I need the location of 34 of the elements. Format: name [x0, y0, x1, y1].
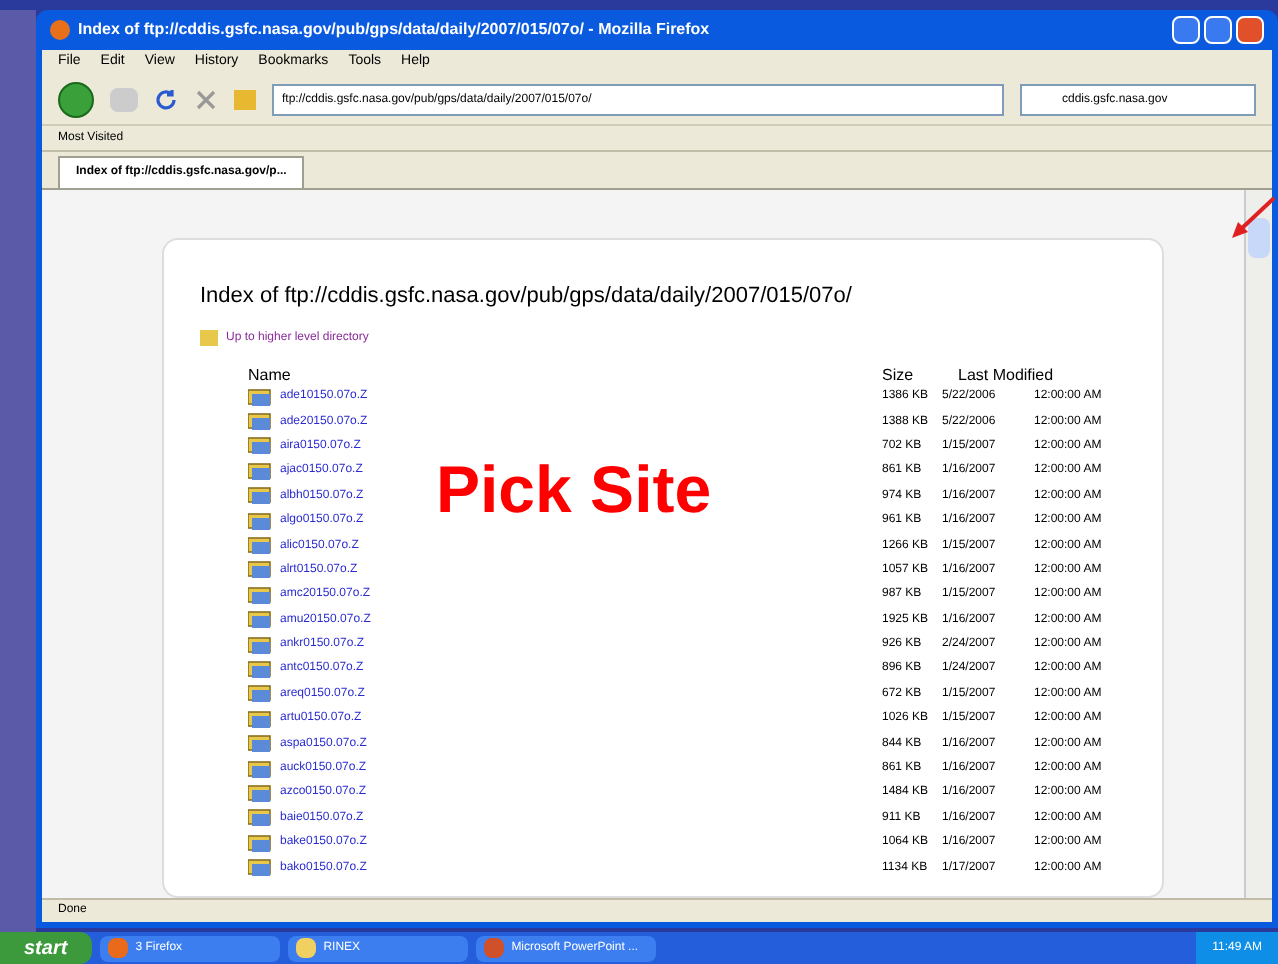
- file-icon: [248, 436, 272, 457]
- file-icon: [248, 759, 272, 780]
- column-header: Name: [248, 363, 293, 387]
- file-icon: [248, 511, 272, 532]
- file-icon: [248, 412, 272, 433]
- maximize-button[interactable]: [1204, 16, 1232, 44]
- back-button[interactable]: [58, 82, 94, 118]
- file-icon: [248, 560, 272, 581]
- file-icon: [248, 709, 272, 730]
- file-icon: [248, 858, 272, 879]
- close-button[interactable]: [1236, 16, 1264, 44]
- file-icon: [248, 610, 272, 631]
- window-title: Index of ftp://cddis.gsfc.nasa.gov/pub/gps/data/daily/2007/015/07o/ - Mozilla Firefox: [78, 18, 710, 42]
- file-icon: [248, 659, 272, 680]
- minimize-button[interactable]: [1172, 16, 1200, 44]
- file-icon: [248, 387, 272, 408]
- page-heading: Index of ftp://cddis.gsfc.nasa.gov/pub/gps/data/daily/2007/015/07o/: [200, 282, 854, 312]
- file-icon: [248, 734, 272, 755]
- caption-text: Pick Site: [436, 456, 712, 522]
- reload-icon[interactable]: [154, 88, 178, 112]
- file-icon: [248, 783, 272, 804]
- file-icon: [248, 461, 272, 482]
- file-icon: [248, 585, 272, 606]
- column-header: Size: [882, 363, 916, 387]
- arrow-icon: [1228, 196, 1276, 244]
- file-icon: [248, 808, 272, 829]
- scrollbar[interactable]: [1244, 190, 1272, 898]
- start-button[interactable]: start: [0, 932, 92, 964]
- file-icon: [248, 684, 272, 705]
- file-icon: [248, 536, 272, 557]
- file-icon: [248, 833, 272, 854]
- column-header: Last Modified: [956, 363, 1056, 387]
- file-icon: [248, 635, 272, 656]
- file-icon: [248, 486, 272, 507]
